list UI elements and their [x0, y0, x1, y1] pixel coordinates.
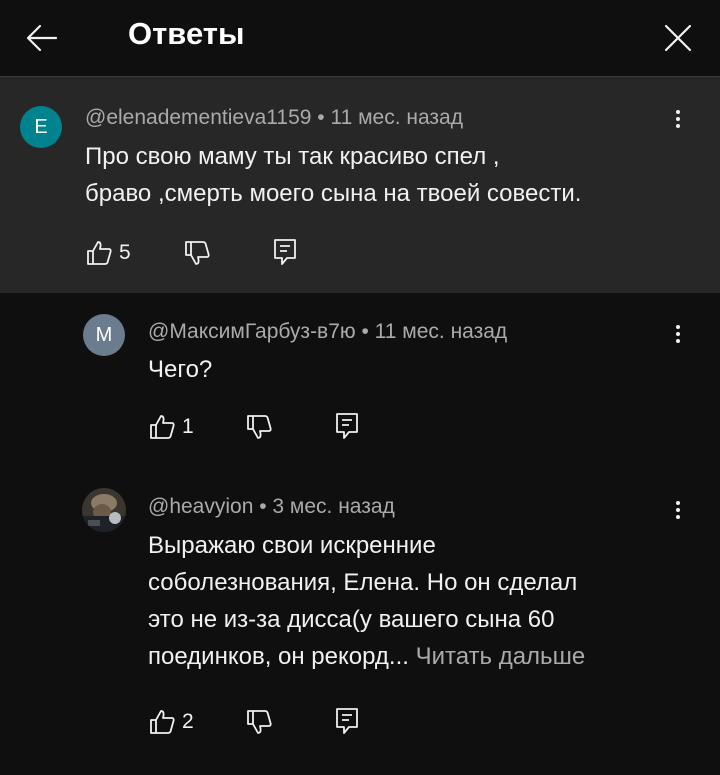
comment-text-line-tail: поединков, он рекорд...	[148, 643, 409, 670]
like-button[interactable]: 2	[148, 708, 208, 740]
like-button[interactable]: 1	[148, 413, 208, 445]
thumbs-down-icon[interactable]	[183, 237, 211, 269]
comment-text-line: браво ,смерть моего сына на твоей совест…	[85, 180, 582, 207]
comment-text-line: соболезнования, Елена. Но он сделал	[148, 569, 578, 596]
more-options-icon[interactable]	[673, 107, 683, 135]
avatar-letter: E	[34, 115, 48, 138]
thumbs-down-icon[interactable]	[245, 706, 273, 738]
parent-comment: E @elenadementieva1159 • 11 мес. назад П…	[0, 77, 720, 293]
comment-text: Про свою маму ты так красиво спел , брав…	[85, 138, 685, 212]
read-more-link[interactable]: Читать дальше	[416, 643, 586, 670]
comment-text-line: Чего?	[148, 356, 213, 383]
avatar-letter: M	[95, 323, 113, 346]
comment-meta[interactable]: @МаксимГарбуз-в7ю • 11 мес. назад	[148, 320, 507, 344]
comment-text-line: Про свою маму ты так красиво спел ,	[85, 143, 500, 170]
comment-meta[interactable]: @elenadementieva1159 • 11 мес. назад	[85, 106, 463, 130]
thumbs-up-icon	[87, 241, 112, 265]
thumbs-down-icon[interactable]	[245, 411, 273, 443]
avatar[interactable]	[82, 488, 126, 532]
app-header: Ответы	[0, 0, 720, 77]
close-icon[interactable]	[656, 16, 700, 60]
reply-icon[interactable]	[272, 236, 298, 268]
comment-text-line: поединков, он рекорд... Читать дальше	[148, 638, 688, 675]
comment-text: Выражаю свои искренние соболезнования, Е…	[148, 527, 688, 675]
like-count: 1	[182, 415, 194, 438]
like-count: 2	[182, 710, 194, 733]
avatar[interactable]: E	[20, 106, 62, 148]
comment-text-line: Выражаю свои искренние	[148, 532, 436, 559]
comment-text: Чего?	[148, 351, 668, 388]
like-button[interactable]: 5	[85, 239, 145, 271]
like-count: 5	[119, 241, 131, 264]
reply-icon[interactable]	[334, 705, 360, 737]
page-title: Ответы	[128, 16, 245, 51]
comment-meta[interactable]: @heavyion • 3 мес. назад	[148, 495, 395, 519]
avatar[interactable]: M	[83, 314, 125, 356]
back-arrow-icon[interactable]	[22, 18, 62, 58]
more-options-icon[interactable]	[673, 498, 683, 526]
thumbs-up-icon	[150, 710, 175, 734]
reply-icon[interactable]	[334, 410, 360, 442]
more-options-icon[interactable]	[673, 322, 683, 350]
comment-text-line: это не из-за дисса(у вашего сына 60	[148, 606, 555, 633]
thumbs-up-icon	[150, 415, 175, 439]
